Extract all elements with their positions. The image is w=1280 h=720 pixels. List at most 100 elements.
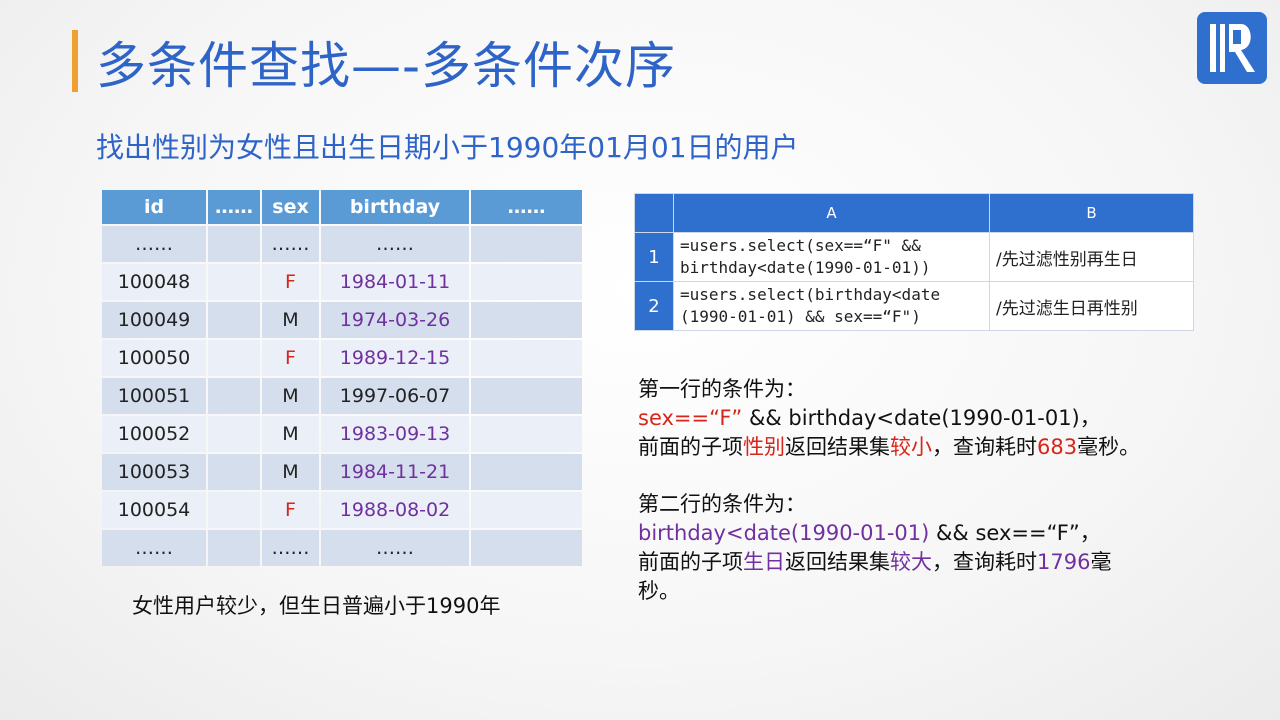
cell-id: 100052 <box>102 416 206 452</box>
comment-cell[interactable]: /先过滤性别再生日 <box>989 232 1194 282</box>
cell-birthday: 1988-08-02 <box>321 492 469 528</box>
code-line: =users.select(birthday<date <box>680 285 941 304</box>
col-header-b: B <box>989 193 1194 233</box>
table-row: 100054 F 1988-08-02 <box>102 492 582 528</box>
code-cell[interactable]: =users.select(sex==“F" && birthday<date(… <box>673 232 990 282</box>
cell-blank <box>471 530 582 566</box>
cell-blank <box>471 378 582 414</box>
cell-birthday: …… <box>321 226 469 262</box>
code-row: 2 =users.select(birthday<date (1990-01-0… <box>634 281 1194 331</box>
cell-id: 100048 <box>102 264 206 300</box>
title-accent-bar <box>72 30 78 92</box>
row-number: 1 <box>634 232 674 282</box>
code-line: (1990-01-01) && sex==“F") <box>680 307 921 326</box>
explanation-result: 前面的子项生日返回结果集较大，查询耗时1796毫 <box>638 548 1111 577</box>
cell-sex: M <box>262 302 319 338</box>
text-span: 返回结果集 <box>785 435 890 459</box>
col-header-ellipsis: …… <box>208 190 260 224</box>
explanation-condition: sex==“F” && birthday<date(1990-01-01)， <box>638 404 1140 433</box>
condition-rest: && birthday<date(1990-01-01)， <box>748 406 1101 430</box>
comment-cell[interactable]: /先过滤生日再性别 <box>989 281 1194 331</box>
highlight-span: 生日 <box>743 550 785 574</box>
cell-blank <box>471 416 582 452</box>
cell-blank <box>471 302 582 338</box>
explanation-first-row: 第一行的条件为： sex==“F” && birthday<date(1990-… <box>638 375 1140 462</box>
cell-blank <box>208 378 260 414</box>
table-row: 100051 M 1997-06-07 <box>102 378 582 414</box>
cell-blank <box>208 302 260 338</box>
cell-birthday: 1997-06-07 <box>321 378 469 414</box>
explanation-result: 前面的子项性别返回结果集较小，查询耗时683毫秒。 <box>638 433 1140 462</box>
explanation-second-row: 第二行的条件为： birthday<date(1990-01-01) && se… <box>638 490 1111 606</box>
cell-blank <box>208 492 260 528</box>
condition-highlight: birthday<date(1990-01-01) <box>638 521 930 545</box>
code-grid: A B 1 =users.select(sex==“F" && birthday… <box>634 193 1194 331</box>
cell-id: 100049 <box>102 302 206 338</box>
col-header-sex: sex <box>262 190 319 224</box>
condition-highlight: sex==“F” <box>638 406 749 430</box>
text-span: 毫 <box>1090 550 1112 574</box>
table-row: …… …… …… <box>102 530 582 566</box>
cell-blank <box>208 454 260 490</box>
highlight-span: 较小 <box>890 435 932 459</box>
slide-title: 多条件查找—-多条件次序 <box>96 37 677 95</box>
col-header-birthday: birthday <box>321 190 469 224</box>
cell-blank <box>471 492 582 528</box>
cell-blank <box>208 340 260 376</box>
cell-sex: M <box>262 378 319 414</box>
cell-id: …… <box>102 226 206 262</box>
text-span: ，查询耗时 <box>932 435 1037 459</box>
cell-id: 100050 <box>102 340 206 376</box>
time-value: 1796 <box>1037 550 1091 574</box>
cell-birthday: 1989-12-15 <box>321 340 469 376</box>
text-span: 毫秒。 <box>1077 435 1141 459</box>
text-span: 前面的子项 <box>638 435 743 459</box>
explanation-heading: 第一行的条件为： <box>638 377 806 401</box>
cell-sex: F <box>262 492 319 528</box>
highlight-span: 较大 <box>890 550 932 574</box>
cell-sex: F <box>262 264 319 300</box>
col-header-id: id <box>102 190 206 224</box>
cell-sex: …… <box>262 226 319 262</box>
cell-blank <box>208 416 260 452</box>
text-span: 前面的子项 <box>638 550 743 574</box>
table-row: 100052 M 1983-09-13 <box>102 416 582 452</box>
cell-sex: F <box>262 340 319 376</box>
cell-id: 100051 <box>102 378 206 414</box>
cell-blank <box>471 226 582 262</box>
table-row: 100053 M 1984-11-21 <box>102 454 582 490</box>
table-row: 100048 F 1984-01-11 <box>102 264 582 300</box>
col-header-a: A <box>673 193 990 233</box>
cell-id: …… <box>102 530 206 566</box>
users-table: id …… sex birthday …… …… …… …… 100048 F … <box>100 188 584 568</box>
cell-blank <box>471 340 582 376</box>
cell-id: 100053 <box>102 454 206 490</box>
cell-birthday: 1974-03-26 <box>321 302 469 338</box>
col-header-ellipsis: …… <box>471 190 582 224</box>
cell-blank <box>471 454 582 490</box>
row-number: 2 <box>634 281 674 331</box>
raqsoft-logo-icon <box>1197 12 1267 84</box>
cell-blank <box>208 264 260 300</box>
cell-blank <box>208 226 260 262</box>
corner-cell <box>634 193 674 233</box>
condition-rest: && sex==“F”， <box>929 521 1101 545</box>
cell-blank <box>208 530 260 566</box>
code-grid-header: A B <box>634 193 1194 233</box>
time-value: 683 <box>1037 435 1078 459</box>
cell-birthday: 1984-11-21 <box>321 454 469 490</box>
cell-birthday: 1984-01-11 <box>321 264 469 300</box>
code-row: 1 =users.select(sex==“F" && birthday<dat… <box>634 232 1194 282</box>
cell-blank <box>471 264 582 300</box>
explanation-condition: birthday<date(1990-01-01) && sex==“F”， <box>638 519 1111 548</box>
cell-sex: …… <box>262 530 319 566</box>
code-line: birthday<date(1990-01-01)) <box>680 258 931 277</box>
cell-birthday: 1983-09-13 <box>321 416 469 452</box>
code-cell[interactable]: =users.select(birthday<date (1990-01-01)… <box>673 281 990 331</box>
table-row: 100050 F 1989-12-15 <box>102 340 582 376</box>
cell-sex: M <box>262 454 319 490</box>
explanation-result-end: 秒。 <box>638 579 680 603</box>
highlight-span: 性别 <box>743 435 785 459</box>
code-line: =users.select(sex==“F" && <box>680 236 921 255</box>
table-row: …… …… …… <box>102 226 582 262</box>
